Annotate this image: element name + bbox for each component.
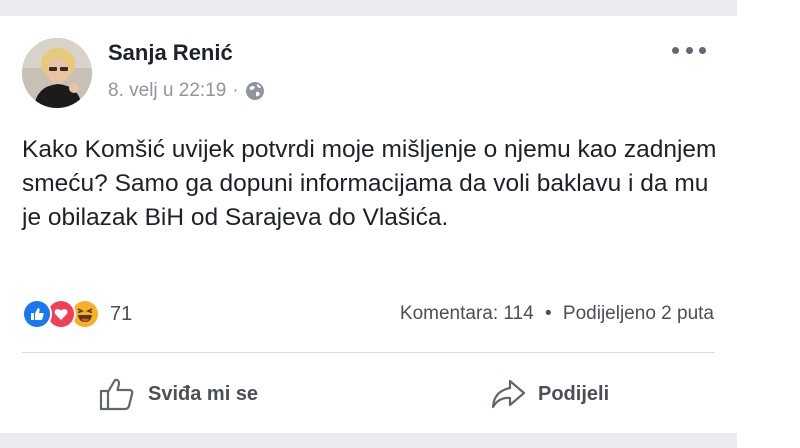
avatar-photo [22,38,92,108]
post-card: Sanja Renić 8. velj u 22:19 · Kako Komši… [0,0,737,448]
stats-separator: • [544,303,552,324]
like-button[interactable]: Sviđa mi se [98,372,258,416]
post-stats: Komentara: 114 • Podijeljeno 2 puta [400,303,714,325]
actions-divider [22,352,715,353]
post-author-name[interactable]: Sanja Renić [108,40,233,66]
avatar[interactable] [22,38,92,108]
reactions-summary[interactable]: 71 [22,299,133,329]
shares-count-link[interactable]: Podijeljeno 2 puta [563,303,714,324]
like-button-label: Sviđa mi se [148,382,259,405]
post-meta: 8. velj u 22:19 · [108,80,265,102]
reaction-count: 71 [110,302,133,325]
comments-count-link[interactable]: Komentara: 114 [400,303,534,324]
feed-background-bottom [0,433,737,448]
post-text: Kako Komšić uvijek potvrdi moje mišljenj… [22,136,717,231]
thumbs-up-icon [98,376,136,412]
share-button-label: Podijeli [538,382,610,405]
globe-icon [245,81,265,101]
post-timestamp[interactable]: 8. velj u 22:19 [108,80,226,102]
share-button[interactable]: Podijeli [490,372,609,416]
right-margin [737,0,800,448]
more-options-icon[interactable] [672,38,706,62]
share-arrow-icon [490,378,526,410]
like-reaction-icon [22,299,52,329]
meta-separator: · [232,80,239,101]
